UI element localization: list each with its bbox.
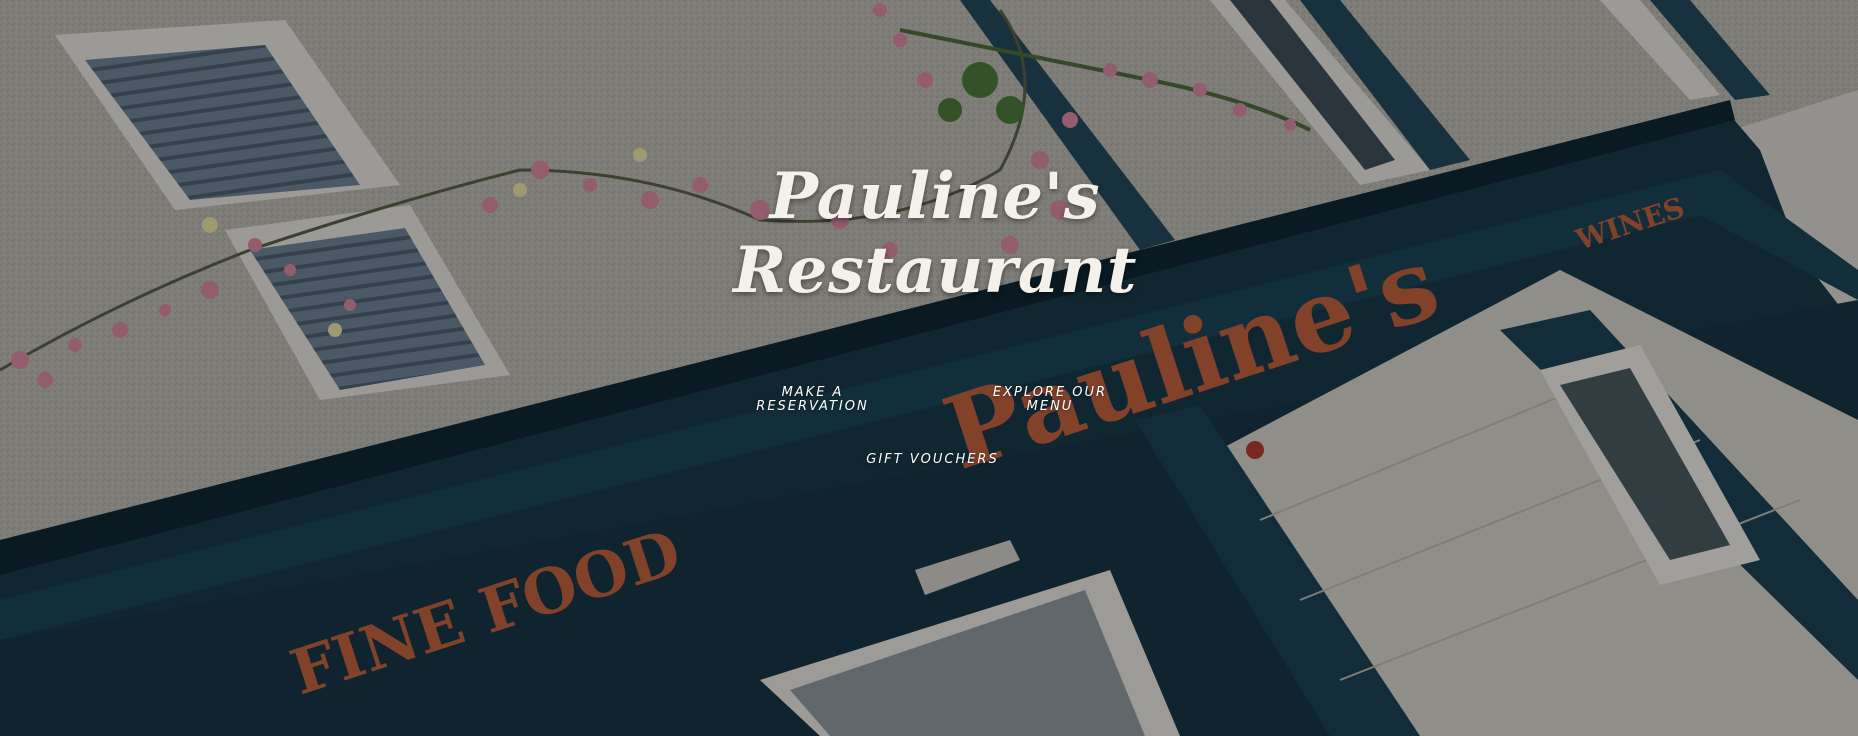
title-line-2: Restaurant (733, 233, 1137, 308)
reservation-label-line-1: MAKE A (781, 385, 844, 400)
gift-vouchers-link[interactable]: GIFT VOUCHERS (855, 453, 1010, 467)
menu-label-line-1: EXPLORE OUR (992, 385, 1108, 400)
make-reservation-link[interactable]: MAKE A RESERVATION (740, 386, 885, 414)
reservation-label-line-2: RESERVATION (756, 399, 869, 414)
title-line-1: Pauline's (769, 159, 1101, 234)
hero-banner: FINE FOOD Pauline's WINES Pauline's Rest… (0, 0, 1858, 736)
dark-overlay (0, 0, 1858, 736)
explore-menu-link[interactable]: EXPLORE OUR MENU (975, 386, 1125, 414)
menu-label-line-2: MENU (1026, 399, 1074, 414)
restaurant-title: Pauline's Restaurant (700, 160, 1170, 308)
